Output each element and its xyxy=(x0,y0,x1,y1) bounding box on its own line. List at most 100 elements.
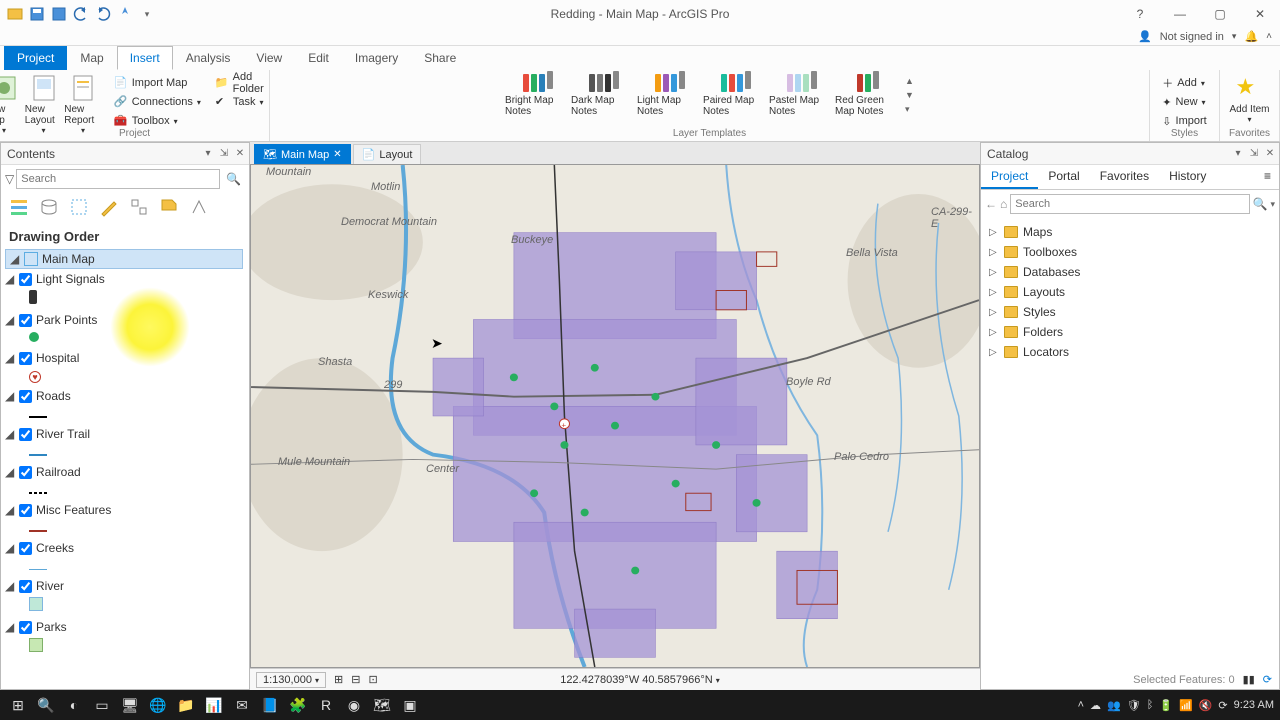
style-new-button[interactable]: ✦New ▾ xyxy=(1156,93,1212,111)
explore-icon[interactable] xyxy=(116,5,134,23)
expand-icon[interactable]: ▷ xyxy=(989,327,999,338)
open-icon[interactable] xyxy=(6,5,24,23)
close-icon[interactable]: ✕ xyxy=(1240,0,1280,28)
connections-button[interactable]: 🔗Connections ▾ xyxy=(108,93,207,111)
list-by-source-icon[interactable] xyxy=(37,195,61,219)
search-taskbar-icon[interactable]: 🔍 xyxy=(32,691,60,719)
status-tool2-icon[interactable]: ⊟ xyxy=(351,673,360,686)
lt-down-icon[interactable]: ▼ xyxy=(905,90,914,100)
tray-wifi-icon[interactable]: 📶 xyxy=(1179,699,1193,712)
outlook-icon[interactable]: ✉ xyxy=(228,691,256,719)
catalog-home-icon[interactable]: ⌂ xyxy=(1000,197,1007,211)
expand-icon[interactable]: ◢ xyxy=(5,465,15,479)
tab-insert[interactable]: Insert xyxy=(117,46,173,70)
minimize-icon[interactable]: — xyxy=(1160,0,1200,28)
toc-layer[interactable]: ◢Misc Features xyxy=(1,501,247,519)
expand-icon[interactable]: ◢ xyxy=(5,313,15,327)
catalog-item[interactable]: ▷Databases xyxy=(987,262,1273,282)
map-view[interactable]: + MountainMotlinDemocrat MountainBuckeye… xyxy=(250,164,980,668)
lt-paired[interactable]: Paired Map Notes xyxy=(703,74,769,117)
layer-visibility-checkbox[interactable] xyxy=(19,580,32,593)
explorer-icon[interactable]: 📁 xyxy=(172,691,200,719)
doc-tab-layout[interactable]: 📄Layout xyxy=(353,144,422,164)
help-icon[interactable]: ? xyxy=(1120,0,1160,28)
redo-icon[interactable] xyxy=(94,5,112,23)
lt-up-icon[interactable]: ▲ xyxy=(905,76,914,86)
tray-sync-icon[interactable]: ⟳ xyxy=(1218,699,1227,712)
tray-bluetooth-icon[interactable]: ᛒ xyxy=(1147,699,1154,711)
toc-list[interactable]: ◢Main Map ◢Light Signals◢Park Points◢Hos… xyxy=(1,248,249,689)
undo-icon[interactable] xyxy=(72,5,90,23)
refresh-icon[interactable]: ⟳ xyxy=(1263,673,1272,686)
taskview-icon[interactable]: ▭ xyxy=(88,691,116,719)
collapse-ribbon-icon[interactable]: ˄ xyxy=(1266,31,1272,42)
app2-icon[interactable]: 📊 xyxy=(200,691,228,719)
catalog-search-input[interactable] xyxy=(1010,194,1249,214)
revit-icon[interactable]: R xyxy=(312,691,340,719)
start-icon[interactable]: ⊞ xyxy=(4,691,32,719)
bell-icon[interactable]: 🔔 xyxy=(1244,30,1258,43)
tray-up-icon[interactable]: ˄ xyxy=(1078,699,1084,711)
expand-icon[interactable]: ▷ xyxy=(989,307,999,318)
list-by-drawing-icon[interactable] xyxy=(7,195,31,219)
catalog-item[interactable]: ▷Layouts xyxy=(987,282,1273,302)
app3-icon[interactable]: 🧩 xyxy=(284,691,312,719)
tab-edit[interactable]: Edit xyxy=(295,46,342,70)
toc-layer[interactable]: ◢Parks xyxy=(1,618,247,636)
tab-share[interactable]: Share xyxy=(411,46,469,70)
tray-time[interactable]: 9:23 AM xyxy=(1234,699,1274,711)
catalog-item[interactable]: ▷Folders xyxy=(987,322,1273,342)
tab-imagery[interactable]: Imagery xyxy=(342,46,411,70)
expand-icon[interactable]: ▷ xyxy=(989,267,999,278)
word-icon[interactable]: 📘 xyxy=(256,691,284,719)
catalog-item[interactable]: ▷Locators xyxy=(987,342,1273,362)
new-report-button[interactable]: New Report▾ xyxy=(64,74,101,135)
qat-dropdown-icon[interactable]: ▾ xyxy=(138,5,156,23)
save-icon[interactable] xyxy=(28,5,46,23)
expand-icon[interactable]: ◢ xyxy=(5,541,15,555)
expand-icon[interactable]: ◢ xyxy=(5,389,15,403)
expand-icon[interactable]: ▷ xyxy=(989,347,999,358)
toc-layer[interactable]: ◢River xyxy=(1,577,247,595)
tray-shield-icon[interactable]: 🛡 xyxy=(1127,699,1141,712)
search-icon[interactable]: 🔍 xyxy=(222,172,245,186)
layer-visibility-checkbox[interactable] xyxy=(19,504,32,517)
list-by-perception-icon[interactable] xyxy=(187,195,211,219)
list-by-editing-icon[interactable] xyxy=(97,195,121,219)
catalog-menu-icon[interactable]: ▾ xyxy=(1231,147,1245,161)
toc-map-frame[interactable]: ◢Main Map xyxy=(5,249,243,269)
catalog-back-icon[interactable]: ← xyxy=(985,197,997,211)
pane-close-icon[interactable]: ✕ xyxy=(233,147,247,161)
lt-dark[interactable]: Dark Map Notes xyxy=(571,74,637,117)
catalog-tree[interactable]: ▷Maps▷Toolboxes▷Databases▷Layouts▷Styles… xyxy=(981,218,1279,366)
tray-battery-icon[interactable]: 🔋 xyxy=(1159,699,1173,712)
layer-visibility-checkbox[interactable] xyxy=(19,314,32,327)
layer-visibility-checkbox[interactable] xyxy=(19,621,32,634)
expand-icon[interactable]: ◢ xyxy=(5,351,15,365)
catalog-menu-hamburger-icon[interactable]: ≡ xyxy=(1256,165,1279,189)
catalog-tab-favorites[interactable]: Favorites xyxy=(1090,165,1159,189)
arcgis-icon[interactable]: 🗺 xyxy=(368,691,396,719)
catalog-tab-project[interactable]: Project xyxy=(981,165,1038,189)
catalog-search-menu-icon[interactable]: ▾ xyxy=(1270,199,1275,210)
tab-project[interactable]: Project xyxy=(4,46,67,70)
toc-layer[interactable]: ◢River Trail xyxy=(1,425,247,443)
catalog-item[interactable]: ▷Styles xyxy=(987,302,1273,322)
expand-icon[interactable]: ◢ xyxy=(5,272,15,286)
toc-layer[interactable]: ◢Light Signals xyxy=(1,270,247,288)
catalog-close-icon[interactable]: ✕ xyxy=(1263,147,1277,161)
lt-pastel[interactable]: Pastel Map Notes xyxy=(769,74,835,117)
expand-icon[interactable]: ◢ xyxy=(5,503,15,517)
layer-visibility-checkbox[interactable] xyxy=(19,273,32,286)
list-by-snapping-icon[interactable] xyxy=(127,195,151,219)
scale-combo[interactable]: 1:130,000 ▾ xyxy=(256,672,326,688)
layer-visibility-checkbox[interactable] xyxy=(19,352,32,365)
tab-view[interactable]: View xyxy=(243,46,295,70)
toc-layer[interactable]: ◢Hospital xyxy=(1,349,247,367)
expand-icon[interactable]: ◢ xyxy=(5,579,15,593)
maximize-icon[interactable]: ▢ xyxy=(1200,0,1240,28)
list-by-selection-icon[interactable] xyxy=(67,195,91,219)
status-tool-icon[interactable]: ⊞ xyxy=(334,673,343,686)
lt-redgreen[interactable]: Red Green Map Notes xyxy=(835,74,901,117)
status-tool3-icon[interactable]: ⊡ xyxy=(368,673,377,686)
